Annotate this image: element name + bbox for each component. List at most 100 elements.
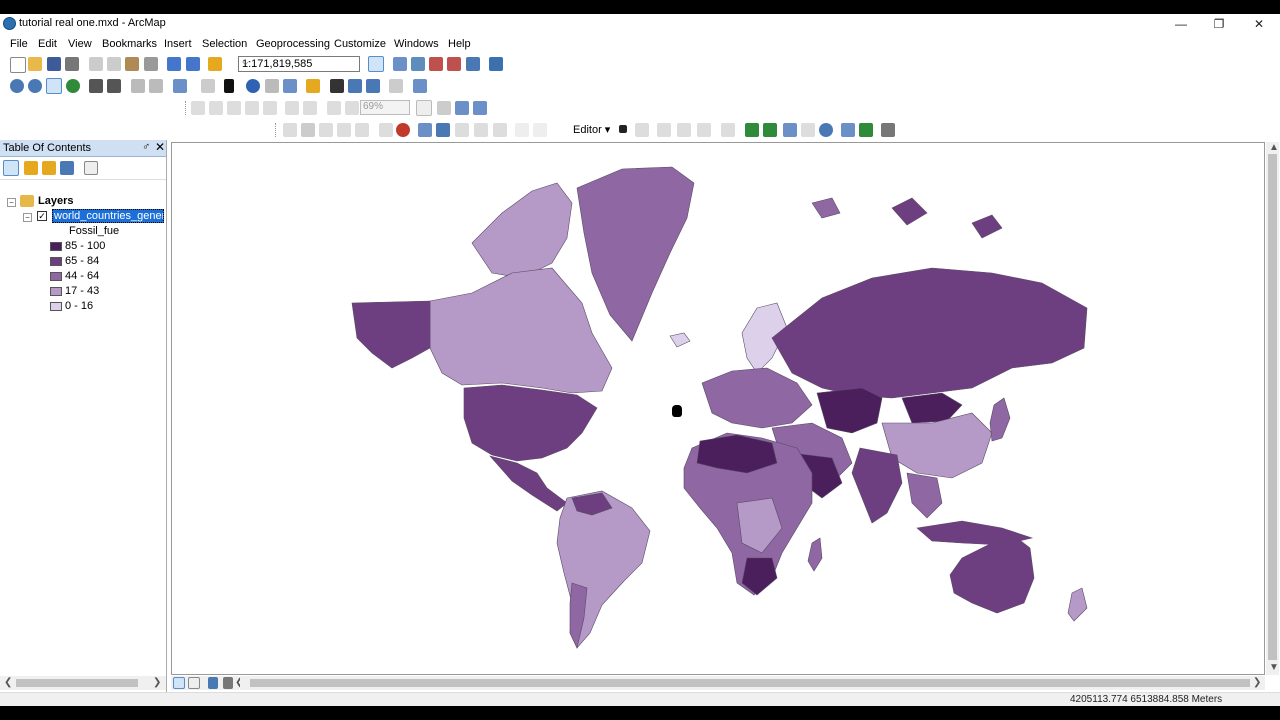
create-features-icon[interactable] (881, 123, 895, 137)
editor-menu[interactable]: Editor ▾ (573, 123, 610, 136)
menu-view[interactable]: View (68, 38, 92, 50)
pan-hand-icon[interactable] (46, 78, 62, 94)
redo-icon[interactable] (186, 57, 200, 71)
editor-toolbar-toggle-icon[interactable] (368, 56, 384, 72)
menu-customize[interactable]: Customize (334, 38, 386, 50)
html-popup-icon[interactable] (283, 79, 297, 93)
add-data-icon[interactable] (208, 57, 222, 71)
select-features-icon[interactable] (173, 79, 187, 93)
scale-tool-icon[interactable] (337, 123, 351, 137)
data-frame-label[interactable]: Layers (38, 195, 73, 207)
full-extent-globe-icon[interactable] (66, 79, 80, 93)
split-tool-icon[interactable] (721, 123, 735, 137)
close-toc-button[interactable]: ✕ (155, 140, 165, 154)
delete-icon[interactable] (144, 57, 158, 71)
clear-selection-icon[interactable] (201, 79, 215, 93)
rotate-feature-icon[interactable] (819, 123, 833, 137)
topology-icon[interactable] (418, 123, 432, 137)
cut-icon[interactable] (89, 57, 103, 71)
scroll-down-icon[interactable]: ▼ (1269, 662, 1279, 673)
horizontal-scroll-thumb[interactable] (250, 679, 1250, 687)
arctoolbox-icon[interactable] (447, 57, 461, 71)
minimize-button[interactable]: — (1162, 14, 1200, 34)
map-horizontal-scrollbar[interactable]: ❯ (240, 676, 1265, 690)
pin-icon[interactable]: ♂ (142, 141, 150, 153)
split-line-icon[interactable] (801, 123, 815, 137)
time-slider-icon[interactable] (389, 79, 403, 93)
go-to-xy-icon[interactable] (366, 79, 380, 93)
data-view-icon[interactable] (173, 677, 185, 689)
layout-back-icon[interactable] (327, 101, 341, 115)
list-by-source-icon[interactable] (24, 161, 38, 175)
grid-icon[interactable] (455, 123, 469, 137)
find-route-icon[interactable] (348, 79, 362, 93)
map-scroll-right-icon[interactable]: ❯ (1253, 677, 1261, 688)
color-palette-icon[interactable] (396, 123, 410, 137)
layout-zoom-percent-box[interactable]: 69% (360, 100, 410, 115)
rotate-tool-icon[interactable] (301, 123, 315, 137)
table-view-icon[interactable] (474, 123, 488, 137)
back-extent-icon[interactable] (131, 79, 145, 93)
forward-extent-icon[interactable] (149, 79, 163, 93)
layout-zoom-in-icon[interactable] (191, 101, 205, 115)
refresh-topology-icon[interactable] (436, 123, 450, 137)
identify-icon[interactable] (246, 79, 260, 93)
map-display[interactable] (171, 142, 1265, 675)
modelbuilder-icon[interactable] (489, 57, 503, 71)
close-window-button[interactable]: ✕ (1240, 14, 1278, 34)
menu-geoprocessing[interactable]: Geoprocessing (256, 38, 330, 50)
menu-file[interactable]: File (10, 38, 28, 50)
disabled-tool-icon[interactable] (515, 123, 529, 137)
list-by-visibility-icon[interactable] (42, 161, 56, 175)
toc-horizontal-scrollbar[interactable]: ❮ ❯ (0, 676, 166, 690)
pause-drawing-icon[interactable] (223, 677, 233, 689)
menu-help[interactable]: Help (448, 38, 471, 50)
disabled-tool-icon-2[interactable] (533, 123, 547, 137)
toc-scroll-thumb[interactable] (16, 679, 138, 687)
scroll-up-icon[interactable]: ▲ (1269, 142, 1279, 153)
merge-icon[interactable] (493, 123, 507, 137)
new-document-icon[interactable] (10, 57, 26, 73)
restore-button[interactable]: ❐ (1200, 14, 1238, 34)
measure-icon[interactable] (306, 79, 320, 93)
create-viewer-window-icon[interactable] (413, 79, 427, 93)
catalog-icon[interactable] (411, 57, 425, 71)
menu-selection[interactable]: Selection (202, 38, 247, 50)
menu-bookmarks[interactable]: Bookmarks (102, 38, 157, 50)
map-scale-combobox[interactable]: 1:171,819,585 ⌵ (238, 56, 360, 72)
open-folder-icon[interactable] (28, 57, 42, 71)
zoom-out-icon[interactable] (28, 79, 42, 93)
paste-icon[interactable] (125, 57, 139, 71)
edit-vertices-icon[interactable] (745, 123, 759, 137)
fixed-zoom-in-icon[interactable] (89, 79, 103, 93)
shift-tool-icon[interactable] (319, 123, 333, 137)
change-layout-icon[interactable] (455, 101, 469, 115)
find-binoculars-icon[interactable] (330, 79, 344, 93)
collapse-layers-icon[interactable]: − (7, 198, 16, 207)
undo-icon[interactable] (167, 57, 181, 71)
collapse-layer-icon[interactable]: − (23, 213, 32, 222)
menu-insert[interactable]: Insert (164, 38, 192, 50)
cut-polygons-icon[interactable] (783, 123, 797, 137)
layout-view-icon[interactable] (188, 677, 200, 689)
add-control-points-icon[interactable] (355, 123, 369, 137)
menu-windows[interactable]: Windows (394, 38, 439, 50)
edit-annotation-icon[interactable] (635, 123, 649, 137)
edit-tool-arrow-icon[interactable] (619, 125, 627, 133)
data-driven-pages-icon[interactable] (473, 101, 487, 115)
reshape-feature-icon[interactable] (763, 123, 777, 137)
layout-zoom-whole-page-icon[interactable] (245, 101, 259, 115)
trace-icon[interactable] (677, 123, 691, 137)
scroll-right-icon[interactable]: ❯ (153, 677, 161, 688)
search-window-icon[interactable] (429, 57, 443, 71)
menu-edit[interactable]: Edit (38, 38, 57, 50)
layer-visibility-checkbox[interactable]: ✓ (37, 211, 47, 221)
toc-options-icon[interactable] (84, 161, 98, 175)
zoom-in-icon[interactable] (10, 79, 24, 93)
attributes-icon[interactable] (841, 123, 855, 137)
toggle-draft-mode-icon[interactable] (416, 100, 432, 116)
list-by-selection-icon[interactable] (60, 161, 74, 175)
layout-zoom-out-icon[interactable] (209, 101, 223, 115)
layout-forward-icon[interactable] (345, 101, 359, 115)
construction-tools-icon[interactable] (697, 123, 711, 137)
